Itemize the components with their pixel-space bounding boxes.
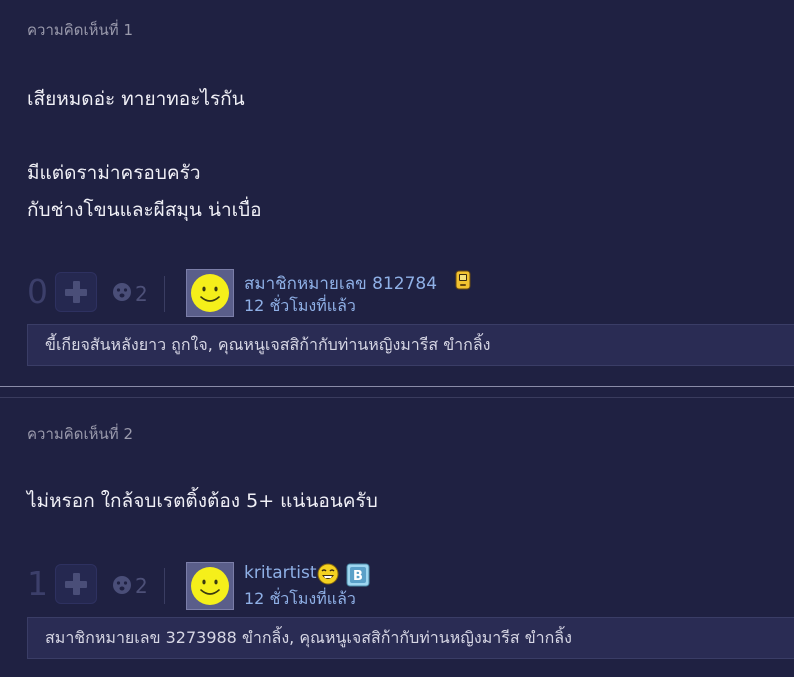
comment-separator [0, 384, 794, 402]
comment-body: ไม่หรอก ใกล้จบเรตติ้งต้อง 5+ แน่นอนครับ [27, 483, 378, 520]
comment-line: เสียหมดอ่ะ ทายาทอะไรกัน [27, 88, 245, 110]
smiley-avatar-icon [191, 567, 229, 605]
avatar[interactable] [186, 562, 234, 610]
emotion-count[interactable]: 2 [135, 282, 148, 306]
comment-line-blank [27, 118, 262, 155]
comment-1: ความคิดเห็นที่ 1 เสียหมดอ่ะ ทายาทอะไรกัน… [0, 0, 794, 384]
phone-badge-icon [455, 270, 471, 290]
comment-line: ไม่หรอก ใกล้จบเรตติ้งต้อง 5+ แน่นอนครับ [27, 490, 378, 512]
username-link[interactable]: สมาชิกหมายเลข 812784 [244, 270, 437, 297]
upvote-plus-button[interactable] [55, 272, 97, 312]
comment-body: เสียหมดอ่ะ ทายาทอะไรกัน มีแต่ดราม่าครอบค… [27, 81, 262, 229]
svg-text:B: B [353, 569, 363, 584]
timestamp: 12 ชั่วโมงที่แล้ว [244, 589, 356, 608]
username-link[interactable]: kritartist [244, 563, 317, 583]
emotion-face-icon[interactable] [112, 282, 132, 302]
comment-line: มีแต่ดราม่าครอบครัว [27, 162, 201, 184]
vote-count: 0 [27, 272, 48, 311]
emotion-face-icon[interactable] [112, 575, 132, 595]
timestamp: 12 ชั่วโมงที่แล้ว [244, 296, 356, 315]
divider [164, 276, 165, 312]
divider [164, 568, 165, 604]
vote-count: 1 [27, 564, 48, 603]
smiley-avatar-icon [191, 274, 229, 312]
avatar[interactable] [186, 269, 234, 317]
emotion-count[interactable]: 2 [135, 574, 148, 598]
blogger-badge-icon: B [346, 563, 370, 587]
reaction-bar[interactable]: ขี้เกียจสันหลังยาว ถูกใจ, คุณหนูเจสสิก้า… [27, 324, 794, 366]
comment-label: ความคิดเห็นที่ 1 [27, 21, 134, 39]
comment-line: กับช่างโขนและผีสมุน น่าเบื่อ [27, 199, 262, 221]
upvote-plus-button[interactable] [55, 564, 97, 604]
comment-label: ความคิดเห็นที่ 2 [27, 425, 134, 443]
reaction-bar[interactable]: สมาชิกหมายเลข 3273988 ขำกลิ้ง, คุณหนูเจส… [27, 617, 794, 659]
comment-2: ความคิดเห็นที่ 2 ไม่หรอก ใกล้จบเรตติ้งต้… [0, 402, 794, 677]
laughing-emoji-badge-icon [317, 563, 339, 585]
